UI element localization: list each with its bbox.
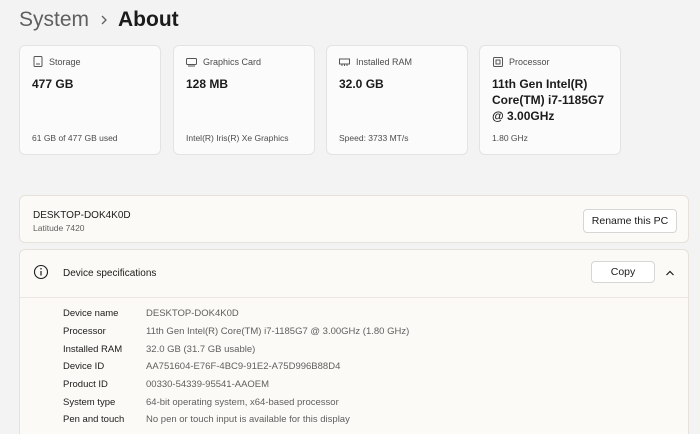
storage-icon bbox=[32, 56, 43, 67]
chevron-right-icon bbox=[100, 15, 108, 25]
spec-row: Installed RAM 32.0 GB (31.7 GB usable) bbox=[63, 340, 409, 358]
info-icon bbox=[33, 264, 49, 280]
pc-name-panel: DESKTOP-DOK4K0D Latitude 7420 Rename thi… bbox=[19, 195, 689, 243]
spec-value: No pen or touch input is available for t… bbox=[146, 414, 350, 426]
card-subtext: Speed: 3733 MT/s bbox=[339, 133, 409, 143]
spec-key: Processor bbox=[63, 326, 106, 338]
card-label: Graphics Card bbox=[203, 56, 262, 67]
ram-card[interactable]: Installed RAM 32.0 GB Speed: 3733 MT/s bbox=[326, 45, 468, 155]
card-value: 32.0 GB bbox=[339, 77, 384, 91]
spec-key: Installed RAM bbox=[63, 343, 123, 355]
card-subtext: 61 GB of 477 GB used bbox=[32, 133, 118, 143]
card-value: 477 GB bbox=[32, 77, 74, 91]
spec-row: Device ID AA751604-E76F-4BC9-91E2-A75D99… bbox=[63, 358, 409, 376]
spec-key: Pen and touch bbox=[63, 414, 125, 426]
spec-key: Device name bbox=[63, 308, 119, 320]
processor-icon bbox=[492, 56, 503, 67]
ram-icon bbox=[339, 56, 350, 67]
card-subtext: Intel(R) Iris(R) Xe Graphics bbox=[186, 133, 289, 143]
device-specifications-title: Device specifications bbox=[63, 268, 157, 279]
storage-card[interactable]: Storage 477 GB 61 GB of 477 GB used bbox=[19, 45, 161, 155]
card-label: Installed RAM bbox=[356, 56, 413, 67]
card-label: Storage bbox=[49, 56, 81, 67]
breadcrumb: System About bbox=[19, 6, 179, 34]
spec-value: 11th Gen Intel(R) Core(TM) i7-1185G7 @ 3… bbox=[146, 326, 410, 338]
spec-value: DESKTOP-DOK4K0D bbox=[146, 308, 239, 320]
device-specifications-panel: Device specifications Copy Device name D… bbox=[19, 249, 689, 434]
spec-key: Device ID bbox=[63, 361, 105, 373]
page-title: About bbox=[118, 8, 179, 31]
rename-pc-button[interactable]: Rename this PC bbox=[583, 209, 677, 233]
card-value: 11th Gen Intel(R) Core(TM) i7-1185G7 @ 3… bbox=[492, 77, 605, 123]
spec-key: Product ID bbox=[63, 379, 108, 391]
spec-value: 32.0 GB (31.7 GB usable) bbox=[146, 343, 256, 355]
chevron-up-icon[interactable] bbox=[664, 266, 676, 278]
card-subtext: 1.80 GHz bbox=[492, 133, 528, 143]
spec-row: Device name DESKTOP-DOK4K0D bbox=[63, 305, 409, 323]
spec-key: System type bbox=[63, 396, 116, 408]
spec-row: Processor 11th Gen Intel(R) Core(TM) i7-… bbox=[63, 323, 409, 341]
pc-name: DESKTOP-DOK4K0D bbox=[33, 210, 131, 221]
spec-value: AA751604-E76F-4BC9-91E2-A75D996B88D4 bbox=[146, 361, 341, 373]
spec-value: 00330-54339-95541-AAOEM bbox=[146, 379, 270, 391]
breadcrumb-system-link[interactable]: System bbox=[19, 8, 89, 32]
spec-row: Pen and touch No pen or touch input is a… bbox=[63, 411, 409, 429]
spec-list: Device name DESKTOP-DOK4K0D Processor 11… bbox=[63, 305, 409, 429]
card-value: 128 MB bbox=[186, 77, 229, 91]
spec-row: Product ID 00330-54339-95541-AAOEM bbox=[63, 376, 409, 394]
graphics-card-card[interactable]: Graphics Card 128 MB Intel(R) Iris(R) Xe… bbox=[173, 45, 315, 155]
copy-button[interactable]: Copy bbox=[591, 261, 655, 283]
processor-card[interactable]: Processor 11th Gen Intel(R) Core(TM) i7-… bbox=[479, 45, 621, 155]
spec-value: 64-bit operating system, x64-based proce… bbox=[146, 396, 339, 408]
graphics-card-icon bbox=[186, 56, 197, 67]
card-label: Processor bbox=[509, 56, 550, 67]
pc-model: Latitude 7420 bbox=[33, 223, 85, 233]
device-specifications-header[interactable]: Device specifications Copy bbox=[20, 250, 688, 298]
spec-row: System type 64-bit operating system, x64… bbox=[63, 393, 409, 411]
